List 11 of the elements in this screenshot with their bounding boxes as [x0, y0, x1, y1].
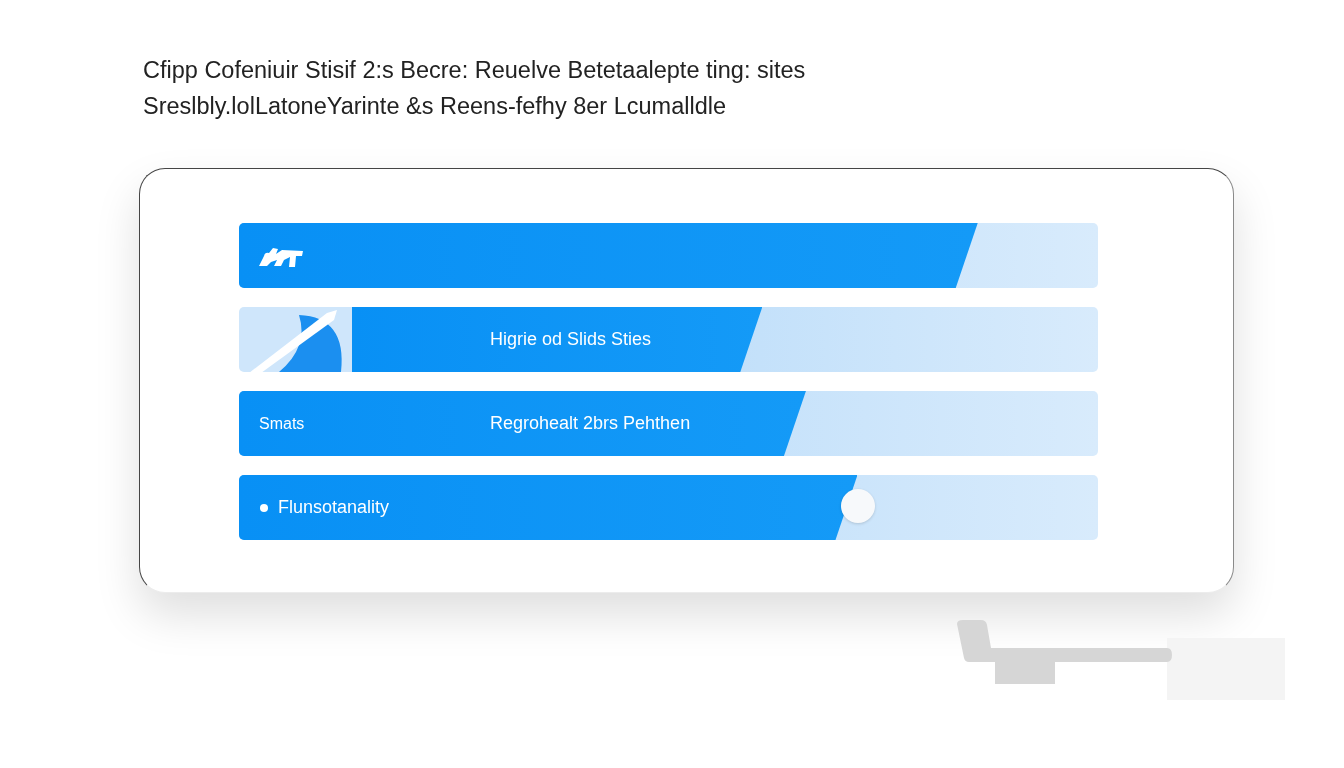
heading-line: Cfipp Cofeniuir Stisif 2:s Becre: Reuelve Betetaalepte ting: sites — [143, 56, 806, 85]
side-label: Smats — [259, 413, 305, 434]
bar-label: Regrohealt 2brs Pehthen — [490, 412, 691, 435]
logo-icon — [259, 245, 303, 268]
slider-thumb[interactable] — [841, 489, 876, 523]
pen-icon — [239, 307, 352, 372]
slider-track[interactable] — [239, 475, 1098, 540]
bar-label: Flunsotanality — [278, 496, 390, 519]
bar-label: Higrie od Slids Sties — [490, 328, 652, 351]
heading-line: Sreslbly.lolLatoneYarinte &s Reens-fefhy 8er Lcumalldle — [143, 92, 726, 121]
bullet-dot-icon — [260, 503, 268, 512]
